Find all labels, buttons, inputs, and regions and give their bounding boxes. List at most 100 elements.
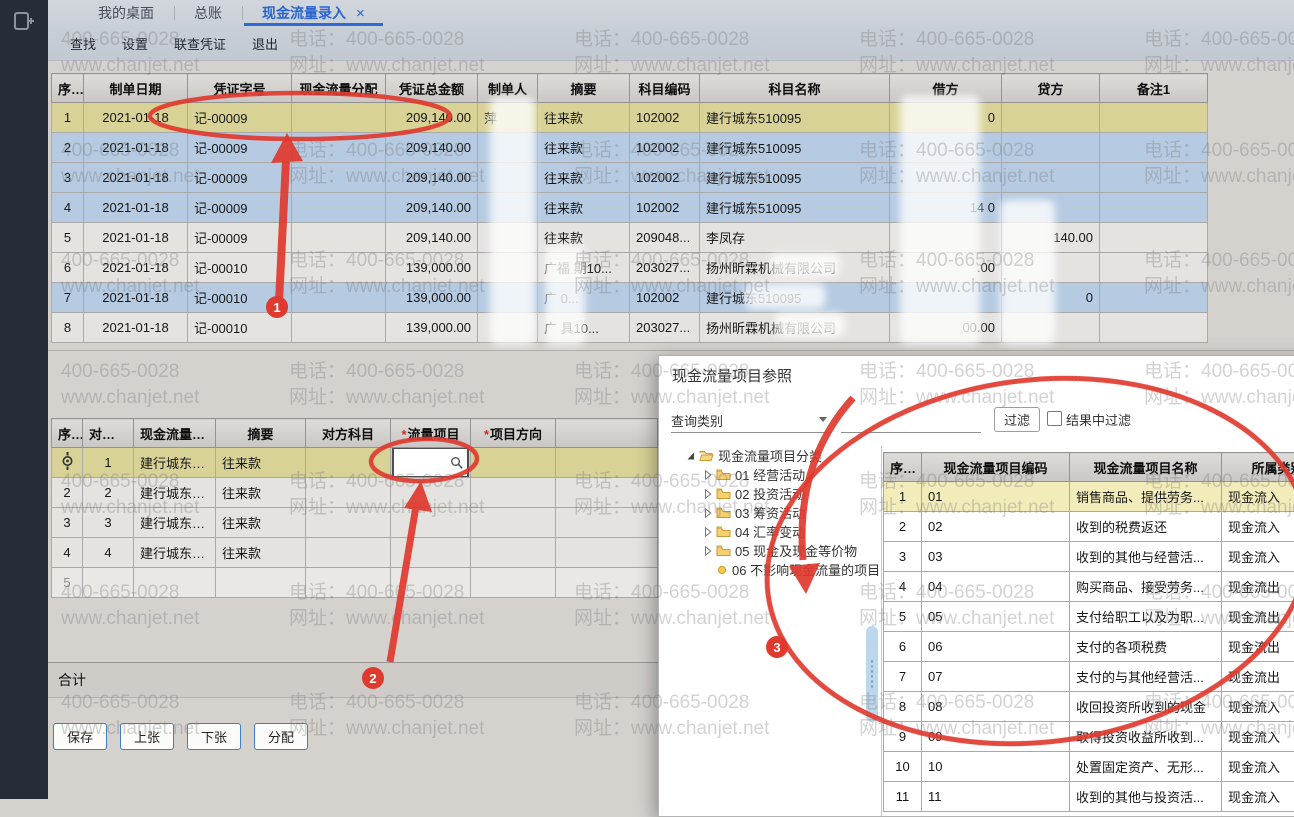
grid-cell[interactable]: 2021-01-18: [84, 193, 188, 223]
grid-cell[interactable]: 07: [922, 662, 1070, 692]
grid-cell[interactable]: [890, 133, 1002, 163]
grid-cell[interactable]: [1100, 253, 1208, 283]
grid-cell[interactable]: 收到的税费返还: [1070, 512, 1222, 542]
grid-cell[interactable]: 建行城东510095: [700, 103, 890, 133]
grid-cell[interactable]: 4: [884, 572, 922, 602]
grid-cell[interactable]: 现金流入: [1222, 542, 1294, 572]
grid-cell[interactable]: 209,140.00: [386, 133, 478, 163]
grid-cell[interactable]: 现金流入: [1222, 482, 1294, 512]
grid-cell[interactable]: 05: [922, 602, 1070, 632]
grid-cell[interactable]: 2021-01-18: [84, 103, 188, 133]
grid-cell[interactable]: 现金流出: [1222, 662, 1294, 692]
grid-cell[interactable]: 4: [52, 538, 83, 568]
grid-cell[interactable]: [1002, 133, 1100, 163]
grid-cell[interactable]: [134, 568, 216, 598]
grid-cell[interactable]: 往来款: [538, 103, 630, 133]
grid-cell[interactable]: 2021-01-18: [84, 283, 188, 313]
column-header[interactable]: 凭证字号: [188, 74, 292, 103]
grid-cell[interactable]: 03: [922, 542, 1070, 572]
column-header[interactable]: 现金流量分配: [292, 74, 386, 103]
grid-cell[interactable]: 记-00009: [188, 133, 292, 163]
grid-cell[interactable]: [391, 538, 471, 568]
grid-cell[interactable]: 4: [52, 193, 84, 223]
column-header[interactable]: 现金流量科目: [134, 419, 216, 448]
grid-cell[interactable]: 萍: [478, 103, 538, 133]
grid-cell[interactable]: [478, 223, 538, 253]
grid-cell[interactable]: 往来款: [538, 163, 630, 193]
grid-cell[interactable]: 现金流入: [1222, 512, 1294, 542]
grid-cell[interactable]: 现金流出: [1222, 632, 1294, 662]
grid-cell[interactable]: [292, 163, 386, 193]
grid-cell[interactable]: 2021-01-18: [84, 253, 188, 283]
grid-cell[interactable]: 扬州昕霖机械有限公司: [700, 313, 890, 343]
grid-cell[interactable]: [890, 163, 1002, 193]
footer-button[interactable]: 分配: [254, 723, 308, 750]
grid-cell[interactable]: [1002, 253, 1100, 283]
column-header[interactable]: 科目编码: [630, 74, 700, 103]
grid-cell[interactable]: 记-00009: [188, 163, 292, 193]
grid-cell[interactable]: [478, 313, 538, 343]
query-category-select[interactable]: 查询类别: [671, 408, 831, 433]
grid-cell[interactable]: [556, 538, 658, 568]
grid-cell[interactable]: .00: [890, 253, 1002, 283]
column-header[interactable]: 所属类别: [1222, 453, 1294, 482]
toolbar-button[interactable]: 设置: [122, 34, 148, 53]
column-header[interactable]: 备注1: [1100, 74, 1208, 103]
grid-cell[interactable]: 记-00009: [188, 193, 292, 223]
grid-cell[interactable]: [391, 478, 471, 508]
grid-cell[interactable]: 7: [52, 283, 84, 313]
column-header[interactable]: 序号: [52, 419, 83, 448]
grid-cell[interactable]: 7: [884, 662, 922, 692]
grid-cell[interactable]: [292, 223, 386, 253]
grid-cell[interactable]: 4: [83, 538, 134, 568]
grid-cell[interactable]: 现金流入: [1222, 692, 1294, 722]
column-header[interactable]: *流量项目: [391, 419, 471, 448]
grid-cell[interactable]: 209,140.00: [386, 223, 478, 253]
splitter-handle[interactable]: [866, 626, 878, 722]
grid-cell[interactable]: 10: [922, 752, 1070, 782]
grid-cell[interactable]: [1100, 133, 1208, 163]
grid-cell[interactable]: 102002: [630, 193, 700, 223]
column-header[interactable]: 现金流量项目编码: [922, 453, 1070, 482]
grid-cell[interactable]: [52, 448, 83, 478]
grid-cell[interactable]: 建行城东510095: [700, 163, 890, 193]
tree-node-child[interactable]: 02 投资活动: [659, 484, 881, 503]
grid-cell[interactable]: 2021-01-18: [84, 133, 188, 163]
grid-cell[interactable]: 广 0...: [538, 283, 630, 313]
grid-cell[interactable]: [1100, 223, 1208, 253]
column-header[interactable]: 贷方: [1002, 74, 1100, 103]
grid-cell[interactable]: 记-00010: [188, 313, 292, 343]
column-header[interactable]: 制单人: [478, 74, 538, 103]
grid-cell[interactable]: 2021-01-18: [84, 163, 188, 193]
grid-cell[interactable]: 6: [884, 632, 922, 662]
grid-cell[interactable]: 现金流入: [1222, 722, 1294, 752]
flow-item-input[interactable]: [392, 448, 469, 478]
grid-cell[interactable]: [478, 283, 538, 313]
grid-cell[interactable]: [292, 193, 386, 223]
grid-cell[interactable]: 3: [52, 508, 83, 538]
toolbar-button[interactable]: 查找: [70, 34, 96, 53]
column-header[interactable]: 借方: [890, 74, 1002, 103]
grid-cell[interactable]: 2: [52, 133, 84, 163]
grid-cell[interactable]: 102002: [630, 103, 700, 133]
grid-cell[interactable]: 李凤存: [700, 223, 890, 253]
column-header[interactable]: [556, 419, 658, 448]
tree-node-child[interactable]: 01 经营活动: [659, 465, 881, 484]
grid-cell[interactable]: [471, 478, 556, 508]
grid-cell[interactable]: 102002: [630, 163, 700, 193]
grid-cell[interactable]: 139,000.00: [386, 313, 478, 343]
grid-cell[interactable]: [890, 283, 1002, 313]
grid-cell[interactable]: 1: [52, 103, 84, 133]
grid-cell[interactable]: 1: [83, 448, 134, 478]
grid-cell[interactable]: 08: [922, 692, 1070, 722]
grid-cell[interactable]: 建行城东51...: [134, 478, 216, 508]
grid-cell[interactable]: 5: [884, 602, 922, 632]
grid-cell[interactable]: 01: [922, 482, 1070, 512]
filter-button[interactable]: 过滤: [994, 407, 1040, 432]
grid-cell[interactable]: [1100, 193, 1208, 223]
toolbar-button[interactable]: 联查凭证: [174, 34, 226, 53]
column-header[interactable]: 对方科目: [306, 419, 391, 448]
grid-cell[interactable]: 收到的其他与投资活...: [1070, 782, 1222, 812]
grid-cell[interactable]: 2: [83, 478, 134, 508]
open-panel-icon[interactable]: [12, 9, 36, 33]
